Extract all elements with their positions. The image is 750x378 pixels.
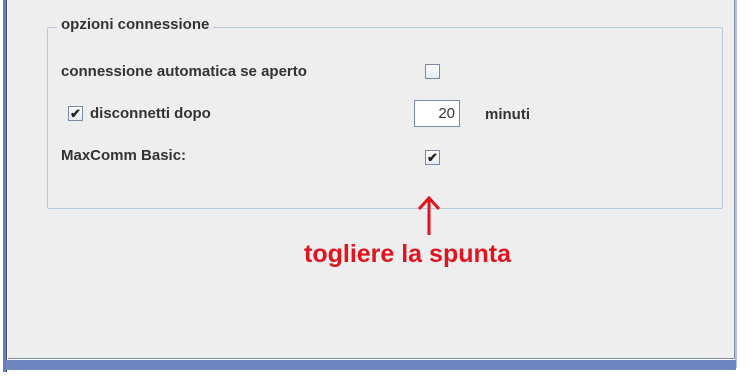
window-left-border bbox=[3, 0, 7, 372]
minutes-unit-label: minuti bbox=[485, 106, 530, 123]
auto-connect-label: connessione automatica se aperto bbox=[61, 63, 307, 80]
group-title: opzioni connessione bbox=[57, 16, 214, 33]
check-mark-icon: ✔ bbox=[427, 150, 438, 165]
window-frame: opzioni connessione connessione automati… bbox=[0, 0, 750, 378]
arrow-up-icon bbox=[417, 195, 441, 235]
window-bottom-border bbox=[6, 360, 736, 370]
window-right-border bbox=[735, 0, 737, 368]
check-mark-icon: ✔ bbox=[70, 106, 81, 121]
annotation-text: togliere la spunta bbox=[304, 240, 511, 268]
disconnect-after-label: disconnetti dopo bbox=[90, 105, 211, 122]
disconnect-after-checkbox[interactable]: ✔ bbox=[68, 106, 83, 121]
auto-connect-checkbox[interactable] bbox=[425, 64, 440, 79]
maxcomm-basic-checkbox[interactable]: ✔ bbox=[425, 150, 440, 165]
maxcomm-basic-label: MaxComm Basic: bbox=[61, 147, 187, 164]
disconnect-minutes-field[interactable]: 20 bbox=[414, 100, 460, 127]
